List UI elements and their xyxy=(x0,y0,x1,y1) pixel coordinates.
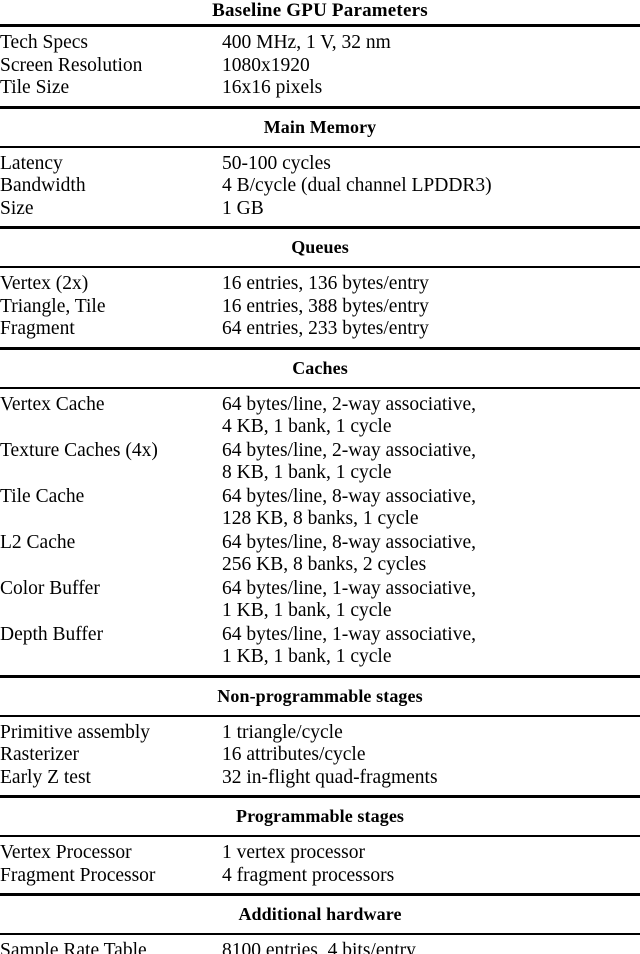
table-row: Latency 50-100 cycles xyxy=(0,153,640,176)
parameter-label: Early Z test xyxy=(0,766,91,788)
parameter-value: 64 bytes/line, 8-way associative, 256 KB… xyxy=(222,531,476,576)
parameter-label: Tech Specs xyxy=(0,32,88,53)
table-row: Bandwidth 4 B/cycle (dual channel LPDDR3) xyxy=(0,175,640,198)
parameter-value: 64 bytes/line, 2-way associative, 4 KB, … xyxy=(222,393,476,438)
parameter-table: Tech Specs 400 MHz, 1 V, 32 nm Screen Reso… xyxy=(0,32,640,100)
section-heading: Queues xyxy=(291,237,349,257)
parameter-value: 64 bytes/line, 1-way associative, 1 KB, … xyxy=(222,623,476,668)
table-row: Screen Resolution 1080x1920 xyxy=(0,55,640,78)
table-row: Primitive assembly 1 triangle/cycle xyxy=(0,722,640,745)
parameter-label: Primitive assembly xyxy=(0,721,151,743)
table-row: Vertex Cache 64 bytes/line, 2-way associa… xyxy=(0,394,640,439)
parameter-label: Latency xyxy=(0,152,63,174)
table-row: Tile Cache 64 bytes/line, 8-way associati… xyxy=(0,485,640,531)
page-title: Baseline GPU Parameters xyxy=(212,0,428,21)
parameter-value: 64 entries, 233 bytes/entry xyxy=(222,318,429,339)
table-row: Triangle, Tile 16 entries, 388 bytes/entr… xyxy=(0,296,640,319)
parameter-value: 64 bytes/line, 1-way associative, 1 KB, … xyxy=(222,577,476,622)
parameter-label: Depth Buffer xyxy=(0,623,104,645)
table-row: Fragment Processor 4 fragment processors xyxy=(0,865,640,888)
parameter-label: Fragment xyxy=(0,318,75,339)
parameter-label: Color Buffer xyxy=(0,577,100,599)
parameter-label: Fragment Processor xyxy=(0,864,156,886)
parameter-label: Triangle, Tile xyxy=(0,295,106,317)
parameter-label: Vertex Cache xyxy=(0,393,105,415)
parameter-value: 64 bytes/line, 8-way associative, 128 KB… xyxy=(222,485,476,530)
table-document: Baseline GPU Parameters Tech Specs 400 MH… xyxy=(0,0,640,954)
section-heading: Caches xyxy=(292,357,348,378)
parameter-value: 1 vertex processor xyxy=(222,842,365,863)
section-heading: Main Memory xyxy=(263,116,377,137)
section-heading: Additional hardware xyxy=(238,904,402,924)
parameter-label: Texture Caches (4x) xyxy=(0,439,158,461)
parameter-table: Sample Rate Table 8100 entries, 4 bits/en… xyxy=(0,940,640,954)
parameter-table: Vertex Cache 64 bytes/line, 2-way associa… xyxy=(0,394,640,669)
parameter-value: 1 triangle/cycle xyxy=(222,721,343,743)
parameter-label: L2 Cache xyxy=(0,531,76,553)
table-row: L2 Cache 64 bytes/line, 8-way associative… xyxy=(0,531,640,577)
parameter-value: 16 entries, 136 bytes/entry xyxy=(222,273,429,294)
parameter-table: Primitive assembly 1 triangle/cycle Raster… xyxy=(0,722,640,790)
parameter-value: 8100 entries, 4 bits/entry xyxy=(222,940,416,954)
parameter-label: Rasterizer xyxy=(0,744,80,765)
section-heading: Programmable stages xyxy=(235,806,405,826)
parameter-value: 1080x1920 xyxy=(222,54,310,76)
parameter-table: Vertex (2x) 16 entries, 136 bytes/entry Tr… xyxy=(0,273,640,341)
parameter-label: Tile Size xyxy=(0,77,70,98)
parameter-label: Tile Cache xyxy=(0,485,85,507)
table-row: Tech Specs 400 MHz, 1 V, 32 nm xyxy=(0,32,640,55)
parameter-value: 32 in-flight quad-fragments xyxy=(222,766,438,788)
parameter-label: Vertex Processor xyxy=(0,842,132,863)
parameter-value: 16 entries, 388 bytes/entry xyxy=(222,295,429,317)
parameter-label: Screen Resolution xyxy=(0,54,143,76)
parameter-value: 16x16 pixels xyxy=(222,77,323,98)
table-row: Vertex (2x) 16 entries, 136 bytes/entry xyxy=(0,273,640,296)
table-row: Sample Rate Table 8100 entries, 4 bits/en… xyxy=(0,940,640,954)
table-row: Early Z test 32 in-flight quad-fragments xyxy=(0,767,640,790)
table-body: Tech Specs 400 MHz, 1 V, 32 nm Screen Reso… xyxy=(0,24,640,954)
table-row: Size 1 GB xyxy=(0,198,640,221)
parameter-label: Sample Rate Table xyxy=(0,940,147,954)
parameter-label: Size xyxy=(0,197,34,219)
table-row: Texture Caches (4x) 64 bytes/line, 2-way … xyxy=(0,439,640,485)
table-row: Color Buffer 64 bytes/line, 1-way associa… xyxy=(0,577,640,623)
parameter-table: Vertex Processor 1 vertex processor Fragme… xyxy=(0,842,640,887)
parameter-value: 400 MHz, 1 V, 32 nm xyxy=(222,32,391,53)
parameter-label: Bandwidth xyxy=(0,175,86,196)
parameter-label: Vertex (2x) xyxy=(0,273,89,294)
parameter-value: 1 GB xyxy=(222,197,264,219)
parameter-value: 16 attributes/cycle xyxy=(222,744,366,765)
parameter-table: Latency 50-100 cycles Bandwidth 4 B/cycle (… xyxy=(0,153,640,221)
table-row: Rasterizer 16 attributes/cycle xyxy=(0,744,640,767)
parameter-value: 64 bytes/line, 2-way associative, 8 KB, … xyxy=(222,439,476,484)
parameter-value: 4 fragment processors xyxy=(222,864,395,886)
table-row: Depth Buffer 64 bytes/line, 1-way associa… xyxy=(0,623,640,669)
table-row: Vertex Processor 1 vertex processor xyxy=(0,842,640,865)
table-row: Fragment 64 entries, 233 bytes/entry xyxy=(0,318,640,341)
parameter-value: 4 B/cycle (dual channel LPDDR3) xyxy=(222,175,492,196)
table-row: Tile Size 16x16 pixels xyxy=(0,77,640,100)
section-heading: Non-programmable stages xyxy=(217,685,423,706)
parameter-value: 50-100 cycles xyxy=(222,152,331,174)
